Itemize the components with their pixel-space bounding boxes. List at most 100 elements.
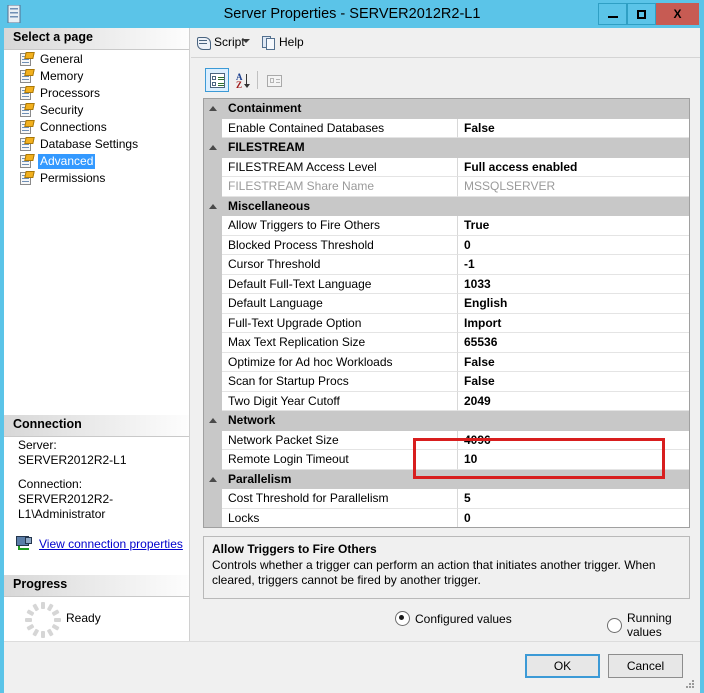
connection-value: SERVER2012R2-L1\Administrator: [18, 492, 114, 521]
collapse-triangle-icon[interactable]: [209, 203, 217, 209]
table-row-cost-threshold[interactable]: Cost Threshold for Parallelism 5: [204, 489, 689, 509]
collapse-triangle-icon[interactable]: [209, 106, 217, 111]
property-value: MSSQLSERVER: [458, 177, 689, 197]
table-row[interactable]: Default Language English: [204, 294, 689, 314]
table-row[interactable]: Locks 0: [204, 508, 689, 527]
table-row[interactable]: Default Full-Text Language 1033: [204, 274, 689, 294]
radio-running-values[interactable]: Running values: [607, 611, 690, 639]
sidebar-item-advanced[interactable]: Advanced: [4, 153, 189, 170]
description-title: Allow Triggers to Fire Others: [212, 542, 377, 556]
property-value[interactable]: -1: [458, 255, 689, 275]
property-value[interactable]: 10: [458, 450, 689, 470]
script-label: Script: [214, 35, 245, 49]
sidebar-item-label: Advanced: [38, 154, 96, 169]
view-connection-properties-link[interactable]: View connection properties: [39, 537, 183, 551]
property-value[interactable]: False: [458, 118, 689, 138]
property-value[interactable]: 0: [458, 235, 689, 255]
grid-category-row[interactable]: Network: [204, 411, 689, 431]
property-pages-button[interactable]: [262, 68, 286, 92]
sidebar-item-general[interactable]: General: [4, 51, 189, 68]
help-button[interactable]: Help: [262, 32, 304, 52]
table-row[interactable]: Max Text Replication Size 65536: [204, 333, 689, 353]
chevron-down-icon[interactable]: [242, 39, 250, 43]
property-value[interactable]: 2049: [458, 391, 689, 411]
table-row[interactable]: Two Digit Year Cutoff 2049: [204, 391, 689, 411]
collapse-triangle-icon[interactable]: [209, 418, 217, 423]
table-row[interactable]: Remote Login Timeout 10: [204, 450, 689, 470]
close-button[interactable]: X: [656, 3, 699, 25]
grid-gutter: [204, 99, 222, 118]
property-value[interactable]: 0: [458, 508, 689, 527]
grid-category-row[interactable]: FILESTREAM: [204, 138, 689, 158]
computer-network-icon: [16, 536, 34, 551]
categorized-view-button[interactable]: [205, 68, 229, 92]
table-row[interactable]: Network Packet Size 4096: [204, 430, 689, 450]
sidebar-item-processors[interactable]: Processors: [4, 85, 189, 102]
sidebar-item-permissions[interactable]: Permissions: [4, 170, 189, 187]
property-value[interactable]: English: [458, 294, 689, 314]
property-value[interactable]: True: [458, 216, 689, 236]
collapse-triangle-icon[interactable]: [209, 145, 217, 150]
property-value[interactable]: False: [458, 352, 689, 372]
radio-dot-icon: [607, 617, 622, 633]
collapse-triangle-icon[interactable]: [209, 476, 217, 482]
script-button[interactable]: Script: [196, 32, 245, 52]
grid-category-row-parallelism[interactable]: Parallelism: [204, 469, 689, 489]
sidebar-item-security[interactable]: Security: [4, 102, 189, 119]
sidebar-item-memory[interactable]: Memory: [4, 68, 189, 85]
sidebar-item-database-settings[interactable]: Database Settings: [4, 136, 189, 153]
cancel-button[interactable]: Cancel: [608, 654, 683, 678]
table-row[interactable]: Blocked Process Threshold 0: [204, 235, 689, 255]
grid-category-row[interactable]: Miscellaneous: [204, 196, 689, 216]
property-value[interactable]: 4096: [458, 430, 689, 450]
connection-header-label: Connection: [13, 417, 82, 431]
value-mode-group: Configured values Running values: [203, 611, 690, 639]
grid-gutter: [204, 469, 222, 488]
resize-grip[interactable]: [684, 678, 696, 690]
property-pages-icon: [267, 75, 282, 87]
page-icon: [20, 154, 35, 168]
grid-gutter: [204, 274, 222, 294]
property-value[interactable]: False: [458, 372, 689, 392]
ok-button[interactable]: OK: [525, 654, 600, 678]
table-row[interactable]: Scan for Startup Procs False: [204, 372, 689, 392]
property-value[interactable]: 5: [458, 489, 689, 509]
radio-label: Configured values: [415, 611, 512, 626]
property-value[interactable]: Full access enabled: [458, 157, 689, 177]
table-row[interactable]: Enable Contained Databases False: [204, 118, 689, 138]
table-row[interactable]: FILESTREAM Access Level Full access enab…: [204, 157, 689, 177]
maximize-button[interactable]: [627, 3, 656, 25]
alphabetical-sort-button[interactable]: AZ: [231, 68, 255, 92]
property-name: Full-Text Upgrade Option: [222, 313, 458, 333]
grid-gutter: [204, 196, 222, 215]
grid-category-row[interactable]: Containment: [204, 99, 689, 119]
view-connection-properties-row[interactable]: View connection properties: [16, 536, 183, 551]
property-value[interactable]: 65536: [458, 333, 689, 353]
minimize-button[interactable]: [598, 3, 627, 25]
grid-gutter: [204, 352, 222, 372]
sidebar-item-connections[interactable]: Connections: [4, 119, 189, 136]
table-row[interactable]: Optimize for Ad hoc Workloads False: [204, 352, 689, 372]
table-row: FILESTREAM Share Name MSSQLSERVER: [204, 177, 689, 197]
table-row[interactable]: Allow Triggers to Fire Others True: [204, 216, 689, 236]
property-value[interactable]: Import: [458, 313, 689, 333]
property-grid[interactable]: Containment Enable Contained Databases F…: [203, 98, 690, 528]
table-row[interactable]: Cursor Threshold -1: [204, 255, 689, 275]
category-label: Containment: [228, 101, 302, 116]
toolbar-separator: [257, 71, 258, 89]
property-name: Allow Triggers to Fire Others: [222, 216, 458, 236]
sort-az-icon: AZ: [235, 72, 253, 90]
property-name: Scan for Startup Procs: [222, 372, 458, 392]
connection-label: Connection:: [18, 477, 83, 491]
sidebar-item-label: Processors: [40, 86, 101, 100]
table-row[interactable]: Full-Text Upgrade Option Import: [204, 313, 689, 333]
property-value[interactable]: 1033: [458, 274, 689, 294]
property-name: Cursor Threshold: [222, 255, 458, 275]
radio-configured-values[interactable]: Configured values: [395, 611, 512, 626]
grid-gutter: [204, 450, 222, 470]
progress-header-label: Progress: [13, 577, 68, 591]
grid-gutter: [204, 235, 222, 255]
connection-info: Server: SERVER2012R2-L1 Connection: SERV…: [4, 438, 189, 522]
page-icon: [20, 103, 35, 117]
